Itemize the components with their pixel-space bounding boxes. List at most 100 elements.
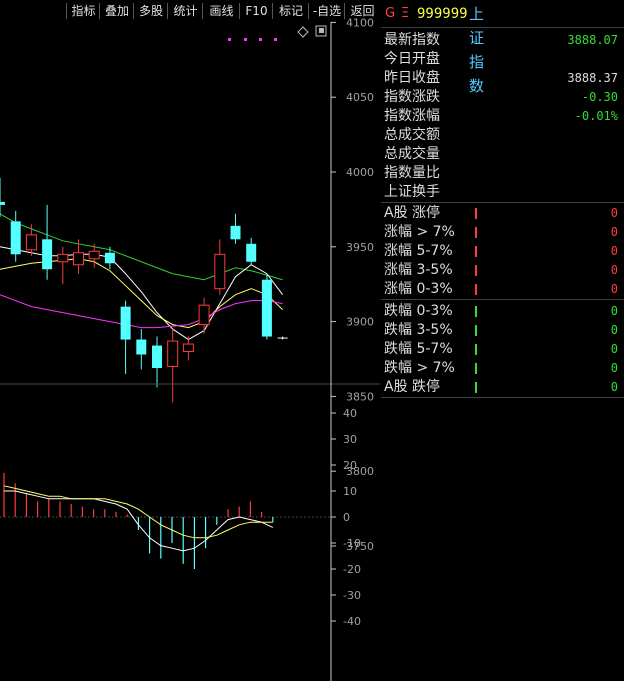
stock-name: 上证指数	[469, 5, 485, 95]
toolbar-button[interactable]: -自选	[309, 0, 345, 22]
fall-label: 跌幅 3-5%	[384, 322, 453, 338]
diamond-icon[interactable]	[297, 26, 309, 38]
stock-code: 999999	[417, 6, 468, 22]
candle[interactable]	[120, 300, 131, 374]
rise-label: A股 涨停	[384, 205, 441, 221]
y-tick-label: 30	[343, 433, 357, 446]
candle[interactable]	[230, 213, 241, 244]
quote-panel: G Ξ 999999 上证指数 最新指数 3888.07 今日开盘昨日收盘 3888.…	[381, 0, 624, 681]
candle[interactable]	[25, 224, 37, 256]
y-tick-label: 3900	[346, 316, 374, 329]
info-label: 今日开盘	[384, 51, 440, 67]
header-divider	[381, 27, 624, 28]
marker-dots	[228, 38, 277, 41]
fall-label: 跌幅 5-7%	[384, 341, 453, 357]
toolbar-button[interactable]: 指标	[67, 0, 100, 22]
y-tick-label: -10	[343, 537, 361, 550]
info-label: 总成交额	[384, 127, 440, 143]
toolbar-button[interactable]: 多股	[134, 0, 168, 22]
info-divider	[381, 202, 624, 203]
toolbar-button[interactable]: 叠加	[100, 0, 134, 22]
info-label: 上证换手	[384, 184, 440, 200]
info-label: 总成交量	[384, 146, 440, 162]
y-tick-label: 0	[343, 511, 350, 524]
fall-label: 跌幅 0-3%	[384, 303, 453, 319]
equiv-icon: Ξ	[401, 6, 410, 21]
fall-count: 0	[610, 304, 618, 318]
kline-chart[interactable]: 415041004050400039503900385038003750	[0, 0, 374, 553]
candle[interactable]	[167, 329, 179, 403]
y-tick-label: -20	[343, 563, 361, 576]
rise-bar	[475, 227, 477, 238]
y-tick-label: 4000	[346, 166, 374, 179]
candle[interactable]	[198, 297, 210, 334]
fall-count: 0	[610, 380, 618, 394]
y-tick-label: 20	[343, 459, 357, 472]
candle[interactable]	[152, 336, 162, 388]
rise-count: 0	[610, 282, 618, 296]
y-tick-label: -30	[343, 589, 361, 602]
info-label: 指数涨幅	[384, 108, 440, 124]
y-tick-label: 3950	[346, 241, 374, 254]
candle[interactable]	[42, 204, 53, 280]
info-value: -0.30	[581, 90, 618, 104]
fall-label: 跌幅 > 7%	[384, 360, 455, 376]
y-tick-label: 4050	[346, 91, 374, 104]
fall-divider	[381, 397, 624, 398]
candle[interactable]	[0, 177, 5, 217]
candle[interactable]	[10, 210, 21, 262]
y-tick-label: -40	[343, 615, 361, 628]
rise-count: 0	[610, 225, 618, 239]
rise-divider	[381, 299, 624, 300]
fall-bar	[475, 325, 477, 336]
toolbar-button[interactable]: 返回	[345, 0, 380, 22]
fall-bar	[475, 382, 477, 393]
rise-label: 涨幅 3-5%	[384, 262, 453, 278]
candle[interactable]	[182, 336, 194, 361]
rise-label: 涨幅 > 7%	[384, 224, 455, 240]
toolbar-button[interactable]: F10	[240, 0, 273, 22]
fall-count: 0	[610, 361, 618, 375]
info-value: 3888.07	[567, 33, 618, 47]
candle[interactable]	[261, 273, 272, 340]
candle[interactable]	[57, 246, 69, 285]
toolbar: 指标 叠加 多股 统计 画线 F10 标记 -自选 返回	[0, 0, 380, 22]
market-tag: G	[385, 6, 396, 21]
info-label: 最新指数	[384, 32, 440, 48]
candle[interactable]	[136, 329, 147, 370]
rise-bar	[475, 265, 477, 276]
window-toggle-icon[interactable]	[315, 25, 327, 37]
rise-bar	[475, 284, 477, 295]
rise-label: 涨幅 5-7%	[384, 243, 453, 259]
candle[interactable]	[277, 336, 288, 340]
info-value: 3888.37	[567, 71, 618, 85]
y-tick-label: 10	[343, 485, 357, 498]
chart-area[interactable]: 415041004050400039503900385038003750 403…	[0, 0, 380, 681]
fall-count: 0	[610, 342, 618, 356]
fall-bar	[475, 363, 477, 374]
candle[interactable]	[246, 237, 257, 265]
y-tick-label: 3850	[346, 390, 374, 403]
fall-bar	[475, 306, 477, 317]
y-tick-label: 40	[343, 407, 357, 420]
rise-count: 0	[610, 206, 618, 220]
rise-label: 涨幅 0-3%	[384, 281, 453, 297]
candle[interactable]	[214, 239, 226, 295]
info-label: 昨日收盘	[384, 70, 440, 86]
fall-count: 0	[610, 323, 618, 337]
rise-bar	[475, 208, 477, 219]
fall-bar	[475, 344, 477, 355]
info-label: 指数量比	[384, 165, 440, 181]
candle[interactable]	[104, 246, 115, 270]
ma-line	[0, 294, 283, 329]
toolbar-button[interactable]: 标记	[273, 0, 309, 22]
rise-bar	[475, 246, 477, 257]
info-value: -0.01%	[574, 109, 618, 123]
fall-label: A股 跌停	[384, 379, 441, 395]
toolbar-button[interactable]: 统计	[168, 0, 203, 22]
rise-count: 0	[610, 244, 618, 258]
toolbar-button[interactable]: 画线	[203, 0, 240, 22]
info-label: 指数涨跌	[384, 89, 440, 105]
indicator-chart[interactable]: 40 30 20 10 0 -10 -20 -30 -40	[0, 407, 361, 628]
rise-count: 0	[610, 263, 618, 277]
